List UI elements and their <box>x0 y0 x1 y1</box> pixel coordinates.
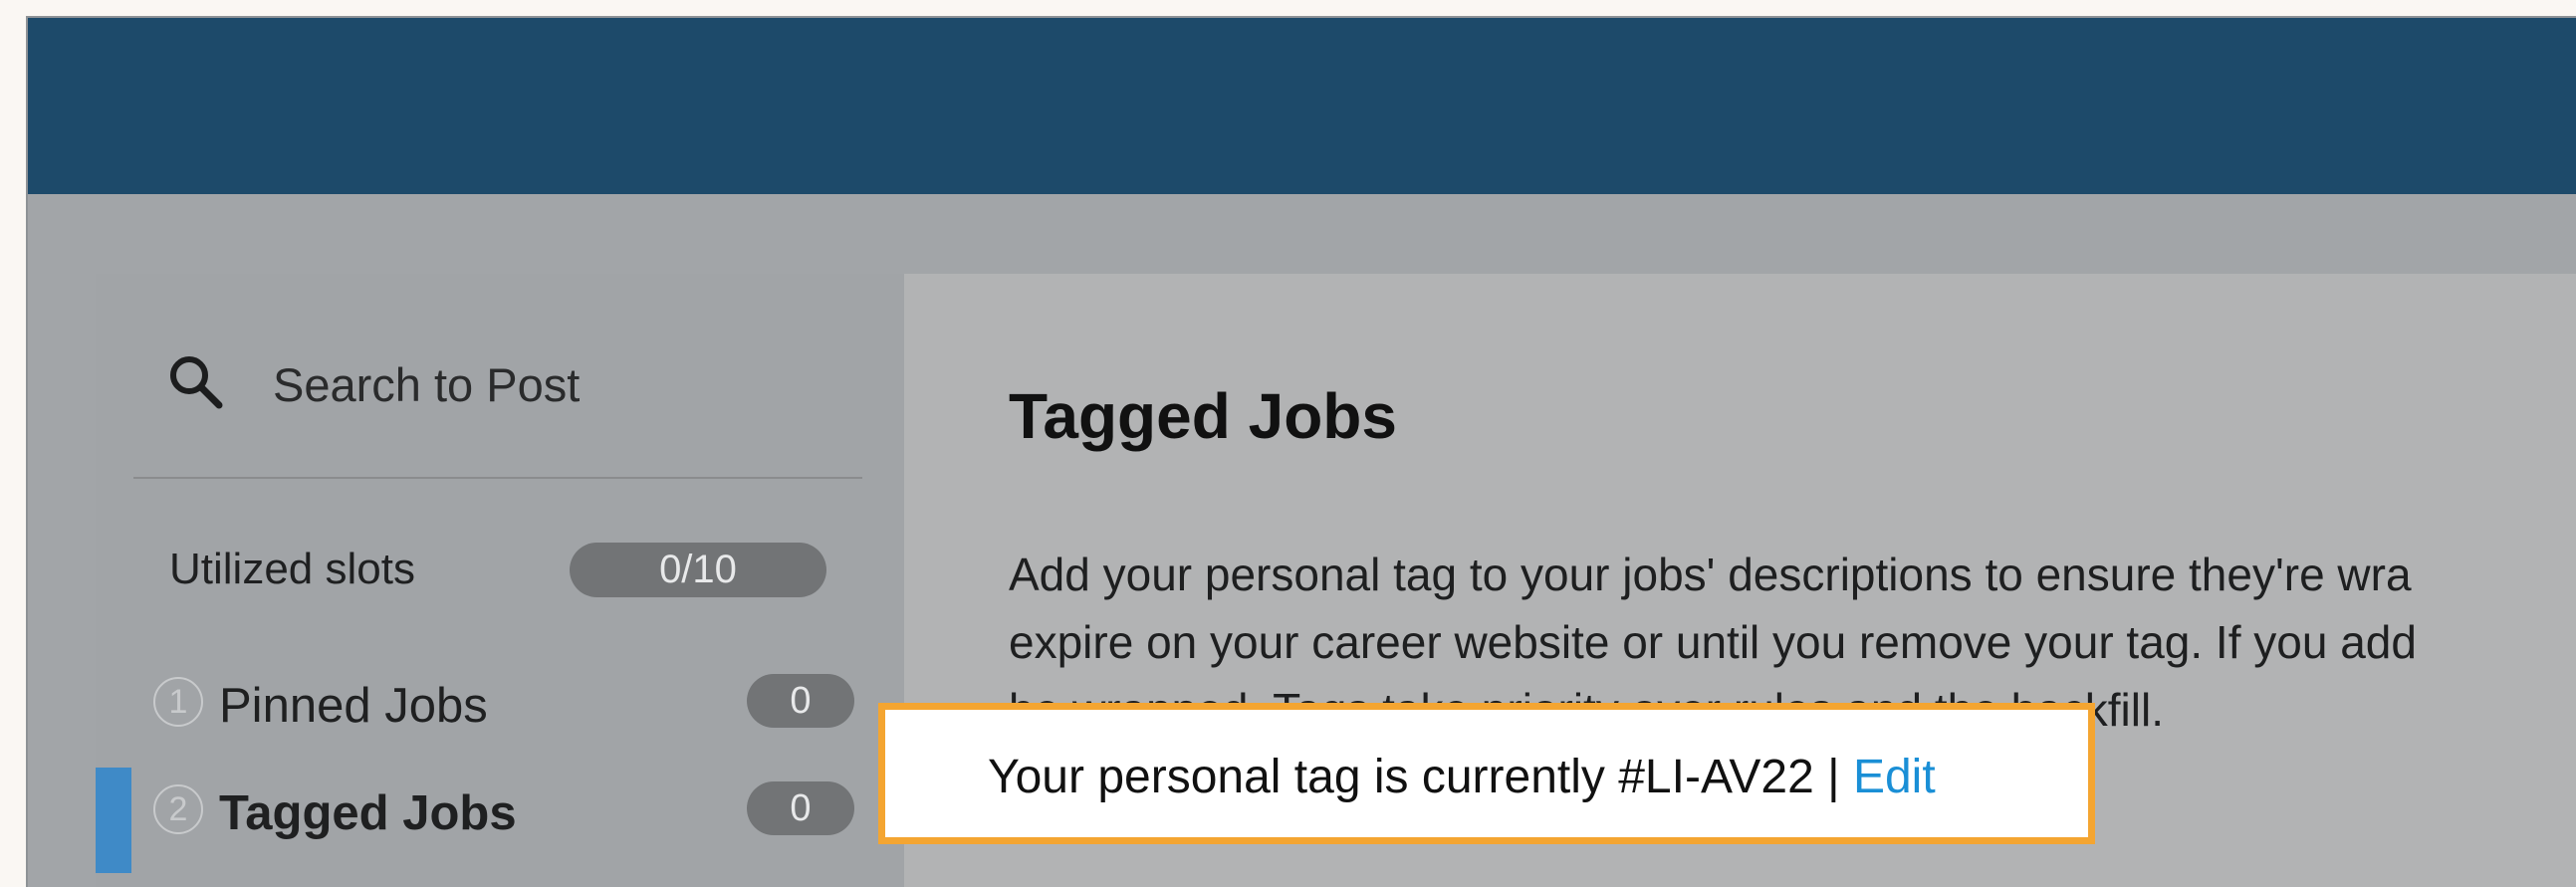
utilized-slots-badge: 0/10 <box>570 543 826 597</box>
page-title: Tagged Jobs <box>1009 380 1397 452</box>
sidebar: Search to Post Utilized slots 0/10 1 Pin… <box>96 274 904 887</box>
description-line: Add your personal tag to your jobs' desc… <box>1009 549 2412 600</box>
divider <box>133 477 862 479</box>
step-number: 1 <box>153 677 203 727</box>
personal-tag-text: Your personal tag is currently #LI-AV22 … <box>988 750 1936 804</box>
count-badge: 0 <box>747 781 854 835</box>
sidebar-item-tagged-jobs[interactable]: 2 Tagged Jobs 0 <box>96 768 904 873</box>
search-label: Search to Post <box>273 358 581 411</box>
step-number: 2 <box>153 784 203 834</box>
active-indicator <box>96 768 131 873</box>
search-icon <box>170 356 223 409</box>
sidebar-item-pinned-jobs[interactable]: 1 Pinned Jobs 0 <box>96 666 904 746</box>
personal-tag-highlight: Your personal tag is currently #LI-AV22 … <box>878 703 2095 844</box>
sidebar-item-label: Tagged Jobs <box>219 786 517 840</box>
edit-tag-link[interactable]: Edit <box>1853 751 1936 803</box>
search-to-post[interactable]: Search to Post <box>96 274 904 479</box>
utilized-slots-label: Utilized slots <box>169 545 415 593</box>
sidebar-item-label: Pinned Jobs <box>219 679 488 733</box>
description-line: expire on your career website or until y… <box>1009 616 2417 668</box>
count-badge: 0 <box>747 674 854 728</box>
personal-tag-label: Your personal tag is currently #LI-AV22 … <box>988 751 1853 803</box>
top-navigation-bar <box>28 18 2576 194</box>
